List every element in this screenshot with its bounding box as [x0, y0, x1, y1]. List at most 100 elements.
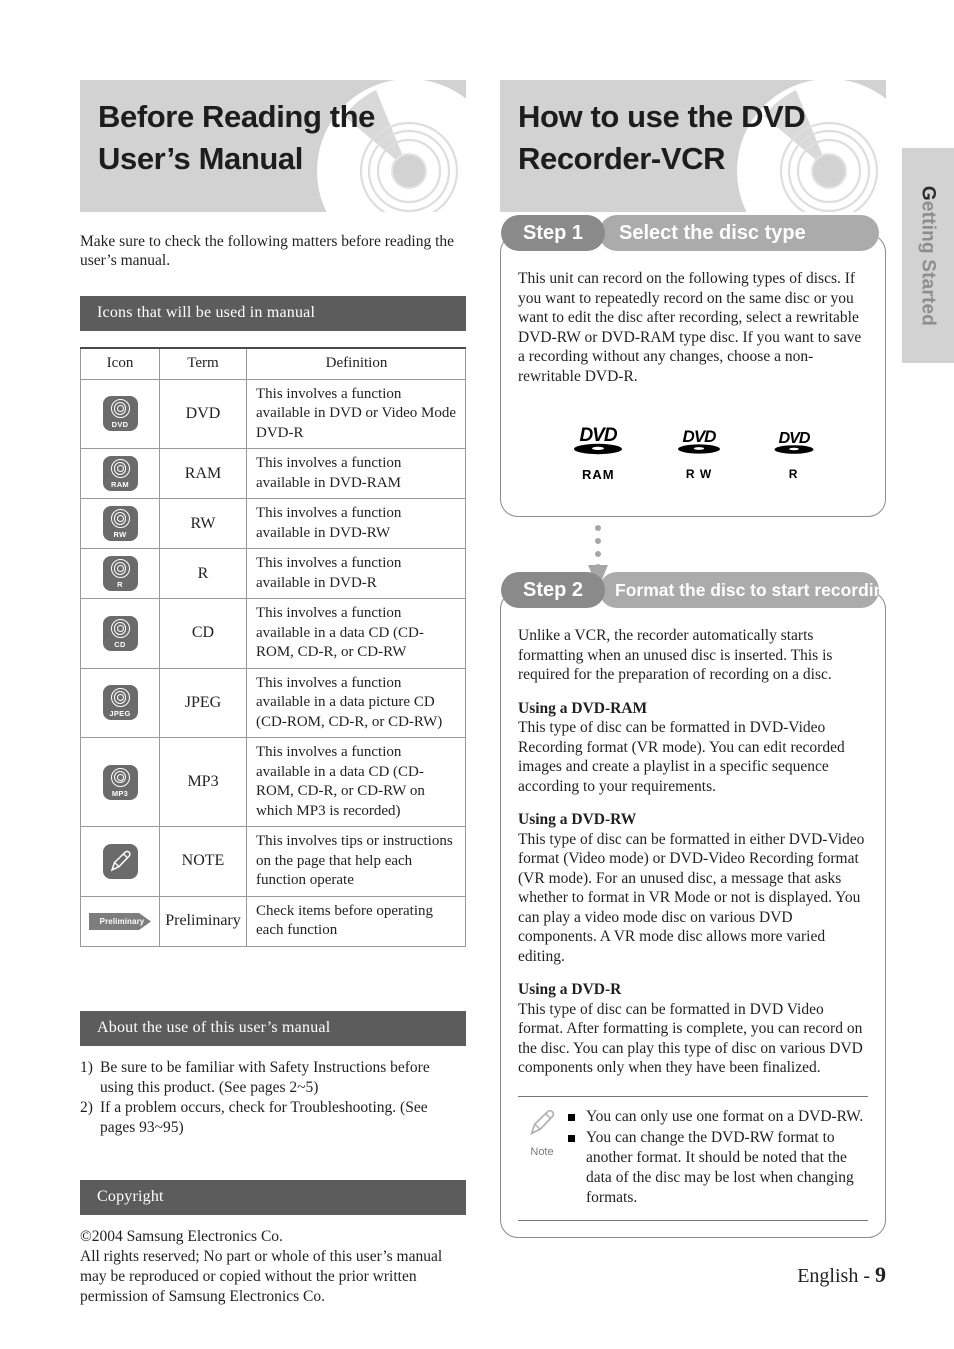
row-icon-cell: JPEG [80, 667, 160, 738]
side-tab-rest: etting Started [917, 200, 939, 327]
row-icon-cell: DVD [80, 378, 160, 449]
note-pencil-icon [530, 1109, 555, 1135]
icons-table: Icon Term Definition DVD DVD This involv… [80, 347, 466, 947]
table-row: RAM RAM This involves a function availab… [80, 448, 466, 499]
note-item-text: You can change the DVD-RW format to anot… [586, 1128, 854, 1206]
row-term: JPEG [159, 667, 247, 738]
mp3-disc-icon: MP3 [102, 764, 138, 800]
right-banner-title: How to use the DVD Recorder-VCR [518, 99, 806, 176]
row-term: Preliminary [159, 895, 247, 947]
row-term: RAM [159, 448, 247, 499]
step1-header: Select the disc type Step 1 [501, 215, 879, 251]
row-term: RW [159, 498, 247, 549]
table-row: Preliminary Preliminary Check items befo… [80, 895, 466, 947]
note-pencil-icon [102, 843, 138, 879]
step2-title: Format the disc to start recording [599, 572, 879, 608]
svg-text:DVD: DVD [580, 425, 618, 446]
step2-body: Unlike a VCR, the recorder automatically… [518, 626, 868, 1221]
row-definition: This involves tips or instructions on th… [246, 826, 466, 897]
dvd-forum-logo-icon: DVD [677, 427, 720, 454]
bullet-square-icon [568, 1113, 575, 1121]
row-icon-cell: RAM [80, 448, 160, 499]
preliminary-flag-icon: Preliminary [89, 912, 151, 930]
note-item: You can change the DVD-RW format to anot… [566, 1128, 868, 1208]
ram-disc-icon: RAM [102, 456, 138, 491]
manual-page: Getting Started Before Reading the User’s… [0, 0, 954, 1349]
row-icon-cell: CD [80, 598, 160, 669]
note-item: You can only use one format on a DVD-RW. [566, 1107, 868, 1127]
r-disc-icon: R [102, 556, 138, 591]
note-item-text: You can only use one format on a DVD-RW. [586, 1107, 864, 1125]
row-definition: This involves a function available in DV… [246, 498, 466, 549]
step1-title: Select the disc type [599, 215, 879, 251]
row-term: DVD [159, 378, 247, 449]
dvd-forum-logo-icon: DVD [774, 430, 814, 454]
row-icon-cell [80, 826, 160, 897]
step2-number-badge: Step 2 [501, 572, 606, 608]
column-header-icon: Icon [80, 347, 160, 380]
about-section-heading: About the use of this user’s manual [80, 1010, 466, 1046]
right-banner: How to use the DVD Recorder-VCR [500, 80, 886, 212]
copyright-section-heading: Copyright [80, 1179, 466, 1215]
row-definition: This involves a function available in a … [246, 598, 466, 669]
cd-disc-icon: CD [102, 615, 138, 651]
row-icon-cell: RW [80, 498, 160, 549]
table-row: JPEG JPEG This involves a function avail… [80, 667, 466, 738]
step1-wrapper: Select the disc type Step 1 This unit ca… [500, 215, 886, 517]
dvd-r-logo: DVD R [767, 429, 821, 484]
side-tab-getting-started: Getting Started [902, 148, 954, 363]
table-row: RW RW This involves a function available… [80, 498, 466, 549]
svg-text:DVD: DVD [778, 430, 810, 447]
list-item-text: If a problem occurs, check for Troublesh… [100, 1098, 428, 1136]
table-row: NOTE This involves tips or instructions … [80, 826, 466, 897]
bullet-square-icon [568, 1134, 575, 1142]
subsection-text: This type of disc can be formatted in DV… [518, 719, 845, 795]
table-row: DVD DVD This involves a function availab… [80, 378, 466, 449]
table-row: R R This involves a function available i… [80, 548, 466, 599]
row-definition: Check items before operating each functi… [246, 895, 466, 947]
step1-paragraph: This unit can record on the following ty… [518, 270, 862, 385]
note-items-list: You can only use one format on a DVD-RW.… [566, 1107, 868, 1208]
step1-box: Select the disc type Step 1 This unit ca… [500, 215, 886, 517]
copyright-text: ©2004 Samsung Electronics Co. All rights… [80, 1227, 466, 1307]
row-term: R [159, 548, 247, 599]
disc-logo-caption: R [788, 466, 799, 481]
table-row: MP3 MP3 This involves a function availab… [80, 737, 466, 827]
side-tab-label: Getting Started [902, 149, 954, 364]
dvd-rw-logo: DVD R W [670, 427, 728, 484]
note-label: Note [530, 1146, 554, 1158]
step2-intro: Unlike a VCR, the recorder automatically… [518, 627, 833, 683]
subsection-text: This type of disc can be formatted in ei… [518, 830, 865, 965]
list-item: 2) If a problem occurs, check for Trouble… [80, 1098, 466, 1138]
dvd-forum-logo-icon: DVD [574, 425, 623, 455]
column-header-definition: Definition [246, 347, 466, 380]
table-row: CD CD This involves a function available… [80, 598, 466, 669]
list-item-number: 1) [80, 1058, 93, 1076]
footer-page-number: 9 [875, 1262, 886, 1287]
step1-body: This unit can record on the following ty… [518, 269, 868, 484]
row-definition: This involves a function available in a … [246, 667, 466, 738]
disc-logos-row: DVD RAM DVD R W DVD R [518, 424, 868, 484]
row-icon-cell: Preliminary [80, 895, 160, 947]
subsection-heading: Using a DVD-RAM [518, 699, 648, 717]
left-banner-title: Before Reading the User’s Manual [98, 99, 376, 176]
note-box: Note You can only use one format on a DV… [518, 1095, 868, 1221]
row-definition: This involves a function available in DV… [246, 378, 466, 449]
row-icon-cell: MP3 [80, 737, 160, 827]
step2-wrapper: Format the disc to start recording Step … [500, 572, 886, 1238]
list-item: 1) Be sure to be familiar with Safety Ins… [80, 1058, 466, 1098]
list-item-text: Be sure to be familiar with Safety Instr… [100, 1058, 430, 1096]
jpeg-disc-icon: JPEG [102, 685, 138, 721]
step1-number-badge: Step 1 [501, 215, 606, 251]
list-item-number: 2) [80, 1098, 93, 1116]
row-term: MP3 [159, 737, 247, 827]
copyright-line: All rights reserved; No part or whole of… [80, 1247, 443, 1305]
note-icon-column: Note [518, 1107, 566, 1208]
subsection-text: This type of disc can be formatted in DV… [518, 1000, 863, 1077]
row-term: CD [159, 598, 247, 669]
rw-disc-icon: RW [102, 506, 138, 541]
disc-logo-caption: RAM [582, 466, 615, 482]
footer-language: English - [797, 1265, 875, 1287]
copyright-line: ©2004 Samsung Electronics Co. [80, 1227, 283, 1245]
column-header-term: Term [159, 347, 247, 380]
